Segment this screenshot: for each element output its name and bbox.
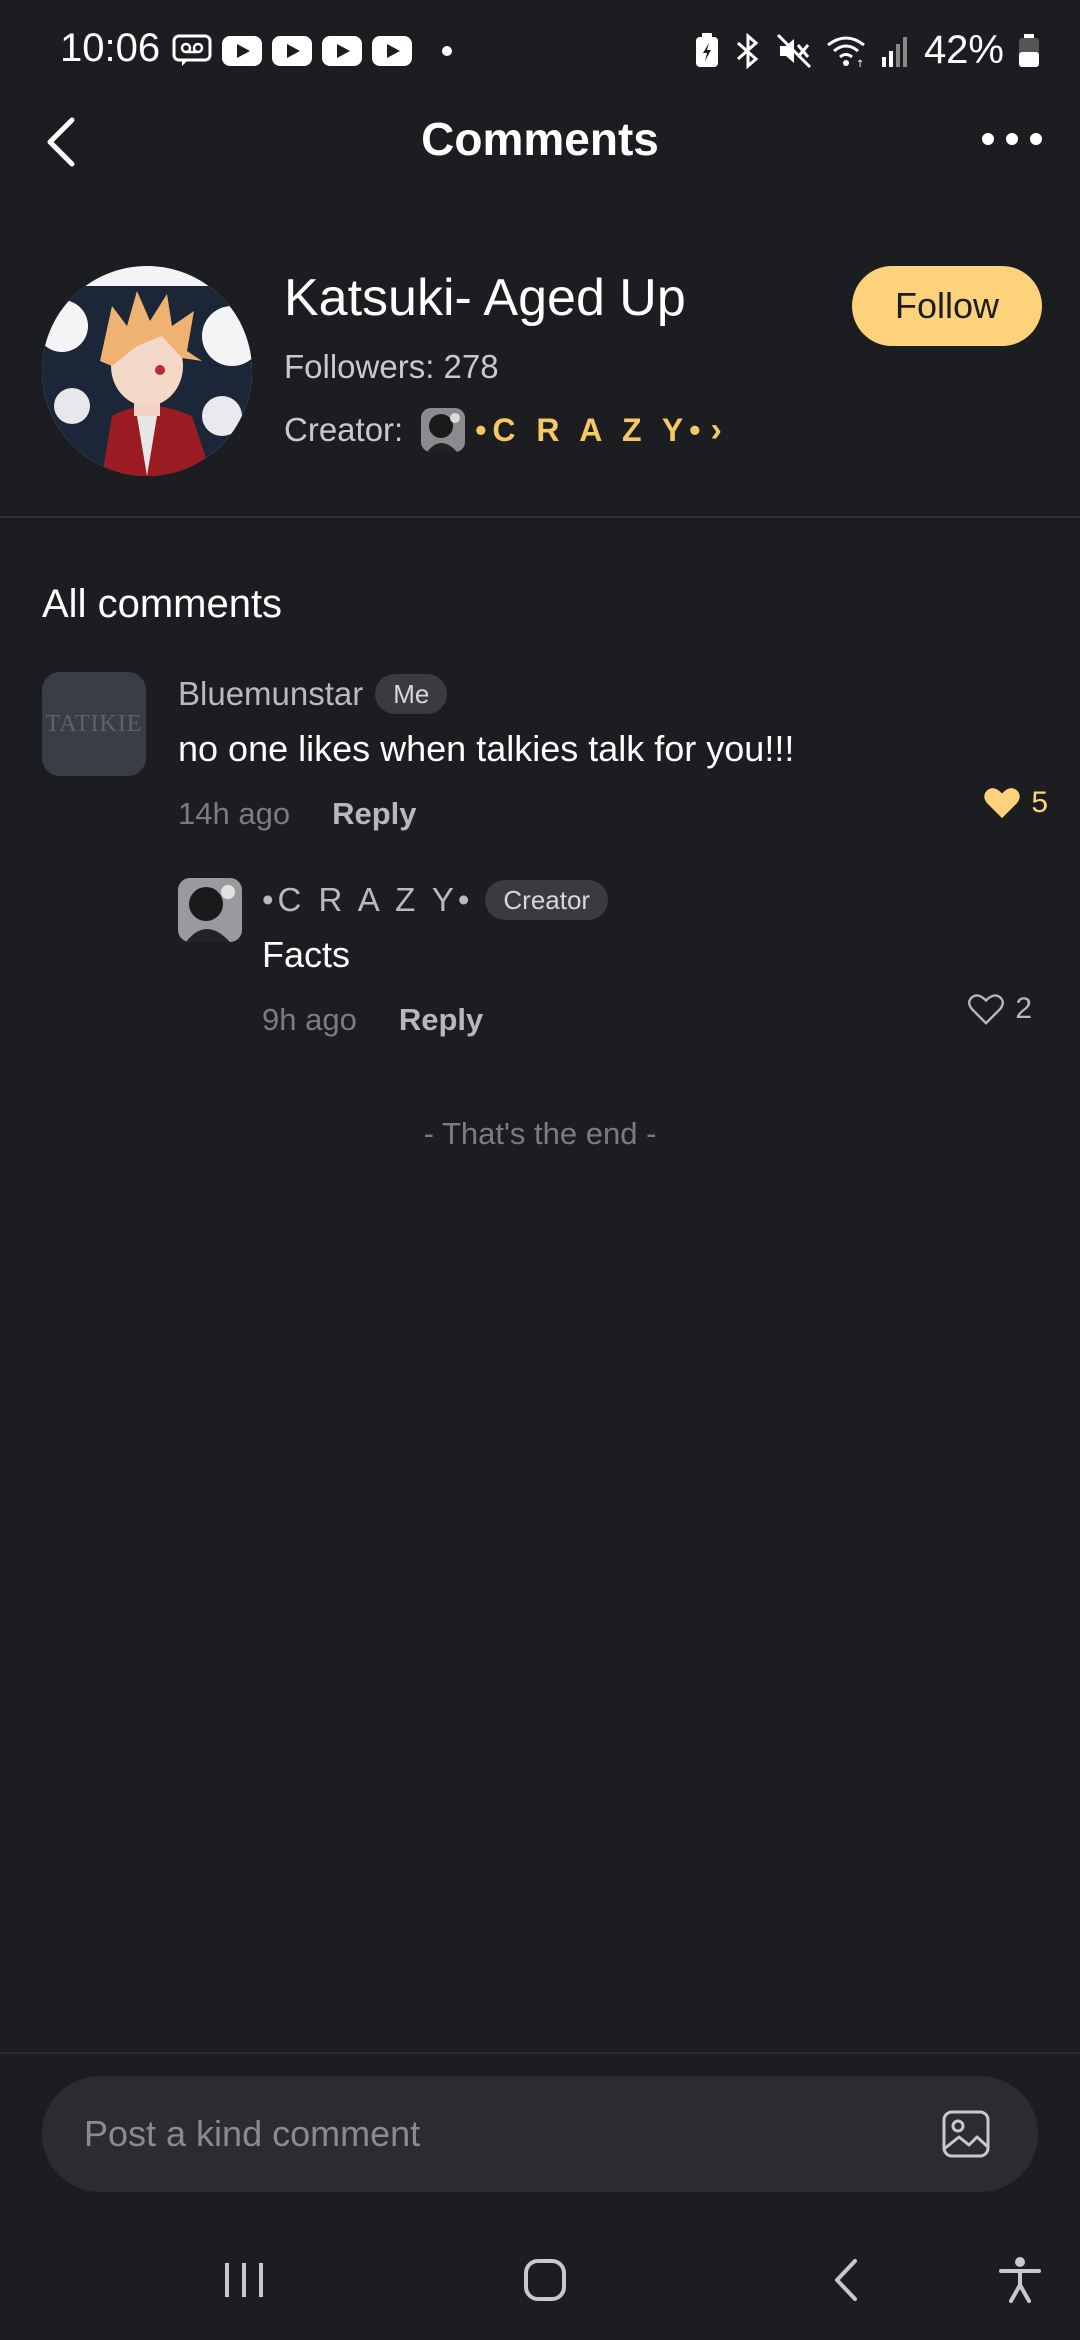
creator-avatar bbox=[421, 408, 466, 452]
creator-colon: : bbox=[394, 411, 404, 448]
youtube-notification-icon bbox=[322, 36, 362, 66]
more-options-button[interactable] bbox=[982, 124, 1042, 154]
talkie-logo-avatar: TATIKIE bbox=[45, 710, 143, 737]
battery-icon bbox=[1019, 33, 1039, 67]
creator-badge: Creator bbox=[485, 880, 609, 920]
signal-icon bbox=[881, 36, 907, 67]
reply-button[interactable]: Reply bbox=[399, 1002, 483, 1038]
app-screen: 10:06 ↑ 42% Comments Katsuki- Aged Up Fo… bbox=[0, 0, 1080, 2340]
followers-count: Followers: 278 bbox=[284, 348, 499, 385]
reply-timestamp: 9h ago bbox=[262, 1002, 357, 1037]
creator-reply-avatar[interactable] bbox=[178, 878, 242, 942]
creator-link[interactable]: Creator : •C R A Z Y• › bbox=[284, 408, 722, 452]
comment-text: no one likes when talkies talk for you!!… bbox=[178, 728, 795, 769]
all-comments-heading: All comments bbox=[42, 582, 283, 626]
attach-image-button[interactable] bbox=[936, 2104, 996, 2164]
youtube-notification-icon bbox=[372, 36, 412, 66]
battery-saver-icon bbox=[695, 32, 718, 67]
reply-item: •C R A Z Y• Creator Facts 9h ago Reply 2 bbox=[178, 878, 1038, 1038]
svg-text:↑↓: ↑↓ bbox=[856, 59, 866, 69]
creator-avatar-image bbox=[178, 878, 242, 942]
reply-button[interactable]: Reply bbox=[332, 796, 416, 832]
creator-avatar-image bbox=[421, 408, 466, 452]
reply-text: Facts bbox=[262, 934, 351, 975]
comment-timestamp: 14h ago bbox=[178, 796, 291, 831]
more-dot bbox=[1030, 133, 1042, 145]
home-icon bbox=[524, 2259, 566, 2301]
comment-header: Bluemunstar Me bbox=[178, 672, 1058, 716]
system-nav-bar bbox=[0, 2220, 1080, 2340]
character-avatar[interactable] bbox=[42, 266, 252, 476]
comment-composer bbox=[42, 2076, 1038, 2192]
end-of-list-text: - That's the end - bbox=[423, 1116, 657, 1151]
like-button[interactable]: 5 bbox=[983, 786, 1048, 820]
user-avatar[interactable]: TATIKIE bbox=[42, 672, 146, 776]
bluetooth-icon bbox=[736, 32, 759, 69]
status-bar: 10:06 ↑ 42% bbox=[0, 0, 1080, 104]
me-badge: Me bbox=[375, 674, 448, 714]
accessibility-icon bbox=[999, 2257, 1041, 2303]
character-profile: Katsuki- Aged Up Followers: 278 Creator … bbox=[42, 262, 1042, 482]
like-count: 5 bbox=[1031, 786, 1048, 819]
page-title: Comments bbox=[421, 113, 659, 165]
wifi-icon: ↑↓ bbox=[827, 36, 866, 69]
more-notifications-dot-icon bbox=[442, 46, 452, 56]
app-header: Comments bbox=[0, 104, 1080, 178]
battery-percentage: 42% bbox=[923, 28, 1004, 72]
section-divider bbox=[0, 516, 1080, 518]
accessibility-button[interactable] bbox=[990, 2250, 1050, 2310]
nav-back-icon bbox=[835, 2259, 857, 2301]
youtube-notification-icon bbox=[222, 36, 262, 66]
like-button[interactable]: 2 bbox=[967, 992, 1032, 1026]
heart-outline-icon bbox=[968, 994, 1005, 1025]
character-portrait-image bbox=[42, 266, 252, 476]
input-divider bbox=[0, 2052, 1080, 2054]
reply-body: •C R A Z Y• Creator Facts 9h ago Reply 2 bbox=[262, 878, 1042, 1042]
follow-button[interactable]: Follow bbox=[852, 266, 1042, 346]
status-time: 10:06 bbox=[60, 26, 161, 70]
creator-label: Creator bbox=[284, 411, 395, 448]
like-count: 2 bbox=[1015, 992, 1032, 1025]
more-dots-icon bbox=[982, 133, 994, 145]
comment-username[interactable]: Bluemunstar bbox=[178, 675, 363, 713]
heart-filled-icon bbox=[984, 788, 1021, 819]
reply-username[interactable]: •C R A Z Y• bbox=[262, 881, 473, 919]
recent-apps-button[interactable] bbox=[214, 2250, 274, 2310]
youtube-notification-icon bbox=[272, 36, 312, 66]
reply-meta: 9h ago Reply 2 bbox=[262, 992, 1042, 1042]
comment-meta: 14h ago Reply 5 bbox=[178, 786, 1058, 836]
home-button[interactable] bbox=[515, 2250, 575, 2310]
creator-name: •C R A Z Y• bbox=[475, 411, 707, 448]
recent-apps-icon bbox=[225, 2263, 263, 2297]
voicemail-notification-icon bbox=[172, 34, 212, 66]
comment-input[interactable] bbox=[84, 2113, 936, 2155]
notification-icons bbox=[172, 34, 452, 68]
more-dot bbox=[1006, 133, 1018, 145]
status-indicators: ↑↓ 42% bbox=[694, 28, 1040, 73]
character-name: Katsuki- Aged Up bbox=[284, 269, 686, 327]
nav-back-button[interactable] bbox=[818, 2250, 878, 2310]
reply-header: •C R A Z Y• Creator bbox=[262, 878, 1042, 922]
image-icon bbox=[942, 2110, 990, 2158]
comment-item: TATIKIE Bluemunstar Me no one likes when… bbox=[42, 672, 1048, 842]
mute-icon bbox=[776, 33, 811, 68]
chevron-right-icon: › bbox=[710, 410, 722, 449]
comment-body: Bluemunstar Me no one likes when talkies… bbox=[178, 672, 1058, 836]
